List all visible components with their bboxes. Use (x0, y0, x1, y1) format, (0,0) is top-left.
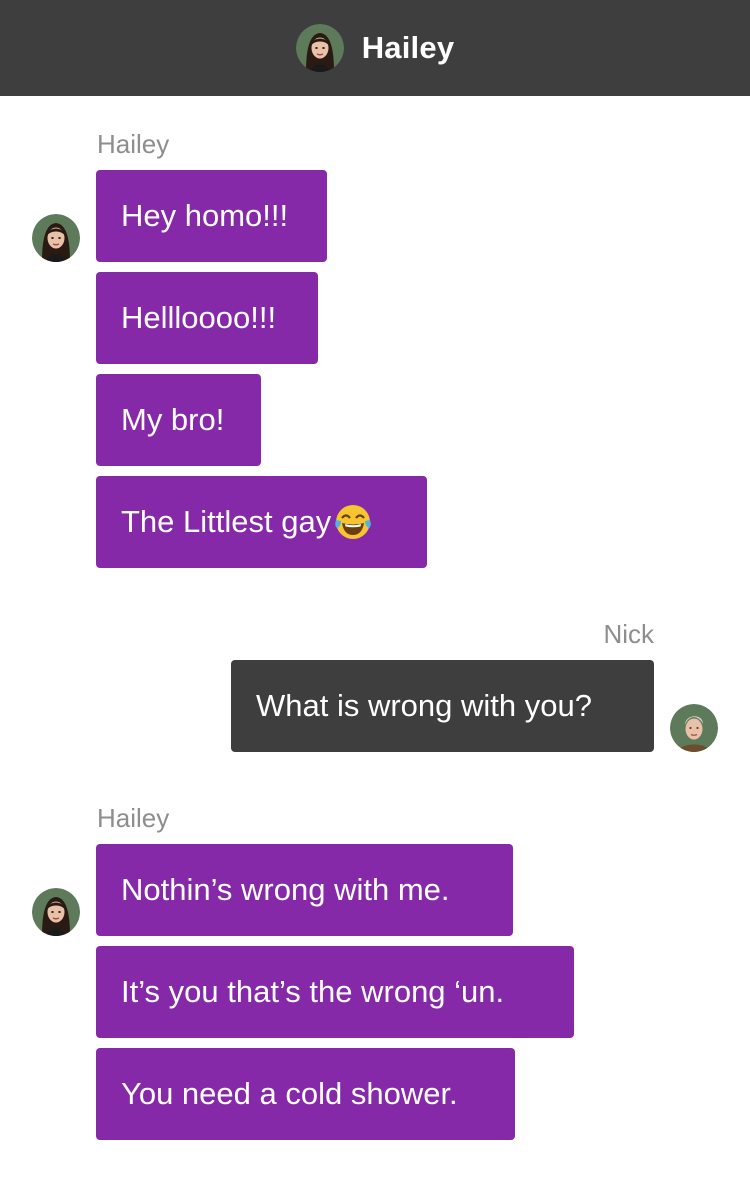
message-text: My bro! (121, 402, 225, 437)
message-bubble[interactable]: Nothin’s wrong with me. (96, 844, 513, 936)
message-text: Hellloooo!!! (121, 300, 277, 335)
message-bubble[interactable]: Hey homo!!! (96, 170, 327, 262)
message-bubble[interactable]: My bro! (96, 374, 261, 466)
sender-label-nick: Nick (603, 619, 654, 649)
message-bubble[interactable]: What is wrong with you? (231, 660, 654, 752)
message-bubble[interactable]: It’s you that’s the wrong ‘un. (96, 946, 574, 1038)
sender-label-hailey: Hailey (97, 129, 170, 159)
message-bubble[interactable]: The Littlest gay (96, 476, 427, 568)
message-text: You need a cold shower. (121, 1076, 458, 1111)
hailey-avatar-icon[interactable] (32, 888, 80, 936)
chat-header: Hailey (0, 0, 750, 96)
message-text: The Littlest gay (121, 504, 332, 539)
sender-label-hailey: Hailey (97, 803, 170, 833)
tears-of-joy-emoji-icon (333, 502, 373, 542)
message-text: What is wrong with you? (256, 688, 592, 723)
header-title: Hailey (361, 30, 455, 65)
message-bubble[interactable]: You need a cold shower. (96, 1048, 515, 1140)
message-text: Nothin’s wrong with me. (121, 872, 450, 907)
hailey-avatar-icon[interactable] (32, 214, 80, 262)
header-contact[interactable]: Hailey (295, 24, 455, 72)
message-bubble[interactable]: Hellloooo!!! (96, 272, 318, 364)
nick-avatar-icon[interactable] (670, 704, 718, 752)
message-text: Hey homo!!! (121, 198, 289, 233)
message-text: It’s you that’s the wrong ‘un. (121, 974, 505, 1009)
hailey-avatar-icon (295, 24, 344, 72)
